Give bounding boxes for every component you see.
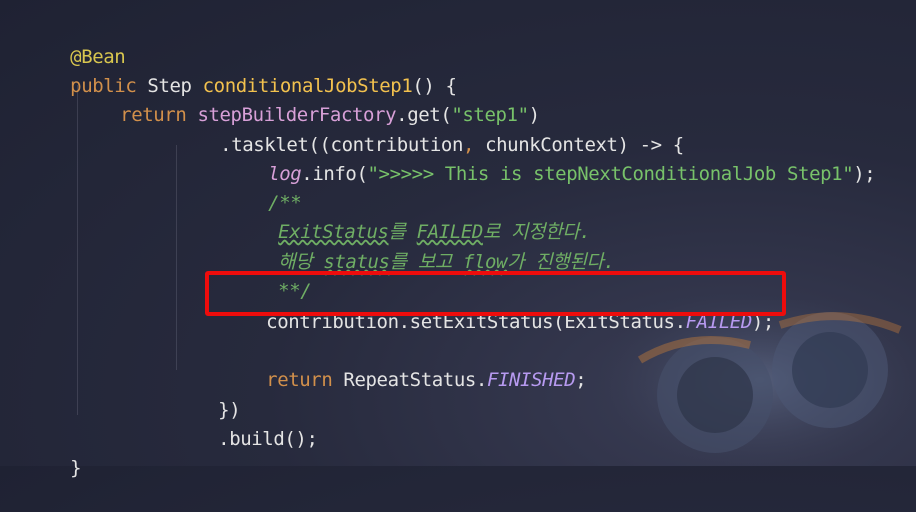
statement-end: ); [853,163,876,185]
code-line-comment-2: 해당 status를 보고 flow가 진행된다. [234,219,615,273]
highlight-box [205,271,786,316]
code-line-return-finished: return RepeatStatus.FINISHED; [222,337,587,391]
finished-constant: FINISHED [486,369,576,391]
code-editor: @Bean public Step conditionalJobStep1() … [0,0,916,479]
code-line-method-close: } [26,425,81,479]
comment-text: 가 진행된다. [507,251,615,273]
code-line-comment-open: /** [224,160,302,214]
comment-word-status: status [323,251,390,273]
code-line-comment-1: ExitStatus를 FAILED로 지정한다. [234,189,591,243]
keyword-return: return [266,369,333,391]
statement-end: ; [575,369,587,391]
code-line-annotation: @Bean [26,14,126,68]
code-line-build: .build(); [174,396,318,450]
code-line-tasklet: .tasklet((contribution, chunkContext) ->… [176,102,684,156]
method-close-brace: } [70,457,82,479]
log-message-string: ">>>>> This is stepNextConditionalJob St… [367,163,854,185]
build-call: .build(); [218,428,318,450]
comment-word-flow: flow [462,251,508,273]
code-line-return-step: return stepBuilderFactory.get("step1") [76,72,540,126]
repeat-status-ref: RepeatStatus. [332,369,487,391]
info-call: .info( [301,163,368,185]
comment-text: 를 보고 [389,251,463,273]
code-line-log: log.info(">>>>> This is stepNextConditio… [224,131,876,185]
code-line-method-signature: public Step conditionalJobStep1() { [26,43,457,97]
code-line-lambda-close: }) [174,367,240,421]
